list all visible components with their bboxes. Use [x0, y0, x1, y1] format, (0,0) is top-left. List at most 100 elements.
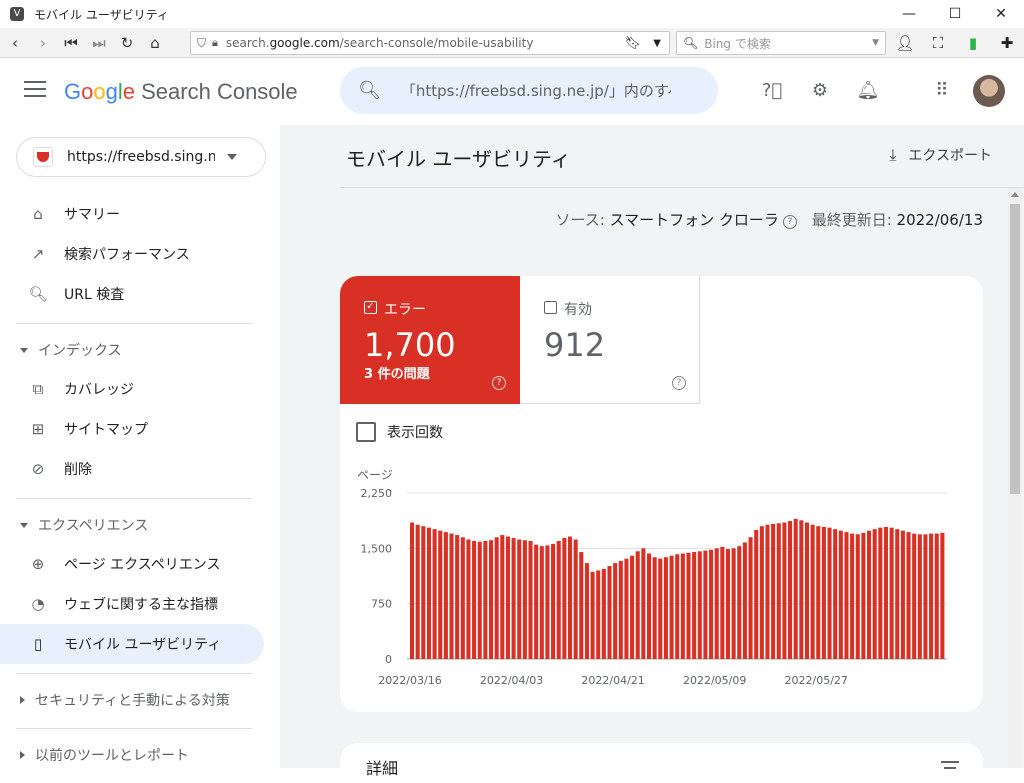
- sidebar-item-mobile-usability[interactable]: ▯ モバイル ユーザビリティ: [0, 624, 264, 664]
- valid-count: 912: [544, 326, 606, 364]
- manage-users-icon[interactable]: ⚙: [807, 77, 833, 103]
- sidebar-item-core-web-vitals[interactable]: ◔ ウェブに関する主な指標: [0, 584, 264, 624]
- help-icon[interactable]: ?: [672, 376, 686, 390]
- section-legacy[interactable]: 以前のツールとレポート: [20, 745, 189, 765]
- chart-bar: [782, 522, 787, 659]
- chart-bar: [804, 522, 810, 659]
- chart-bar: [923, 534, 928, 659]
- maximize-button[interactable]: ☐: [932, 0, 978, 28]
- chart-bar: [601, 568, 606, 659]
- bookmark-icon[interactable]: 🔖︎: [624, 36, 641, 51]
- scrollbar-thumb[interactable]: [1010, 204, 1020, 494]
- caret-down-icon: [227, 154, 237, 160]
- reload-icon[interactable]: ↻: [114, 30, 140, 56]
- home-icon[interactable]: ⌂: [142, 30, 168, 56]
- chart-bar: [692, 552, 697, 659]
- help-icon[interactable]: ?⃝: [759, 77, 785, 103]
- error-issues: 3 件の問題: [364, 367, 430, 382]
- x-tick-label: 2022/05/09: [683, 674, 746, 687]
- sidebar-item-label: モバイル ユーザビリティ: [64, 637, 222, 653]
- sidebar-item-sitemaps[interactable]: ⊞ サイトマップ: [0, 409, 264, 449]
- chart-bar: [483, 540, 488, 659]
- chart-bar: [522, 540, 527, 659]
- details-title: 詳細: [366, 759, 399, 778]
- search-engine-bar[interactable]: 🔍︎ Bing で検索 ▼: [676, 31, 886, 55]
- profile-icon[interactable]: 👤︎: [893, 31, 917, 55]
- help-icon[interactable]: ?: [492, 376, 506, 390]
- checkbox-icon[interactable]: [544, 301, 557, 314]
- chart-bar: [861, 532, 866, 659]
- avatar[interactable]: [973, 75, 1005, 107]
- chart-bar: [889, 527, 894, 659]
- home-icon: ⌂: [33, 205, 43, 223]
- chart-bar: [630, 555, 635, 659]
- back-icon[interactable]: ‹: [2, 30, 28, 56]
- url-inspect-input[interactable]: 「https://freebsd.sing.ne.jp/」内のすべてのURLを検…: [401, 80, 671, 101]
- divider: [16, 323, 252, 324]
- chart-bar: [443, 532, 448, 659]
- property-selector[interactable]: https://freebsd.sing.ne.jp/: [16, 137, 266, 177]
- sidebar-item-summary[interactable]: ⌂ サマリー: [0, 194, 264, 234]
- menu-icon[interactable]: [24, 81, 46, 99]
- shield-icon[interactable]: ⛉: [197, 36, 206, 51]
- forward-icon[interactable]: ›: [30, 30, 56, 56]
- notifications-icon[interactable]: 🔔︎: [855, 77, 881, 103]
- valid-tile[interactable]: 有効 912 ?: [520, 276, 700, 404]
- search-console-logo[interactable]: Google Search Console: [64, 79, 298, 105]
- apps-icon[interactable]: ⠿: [929, 77, 955, 103]
- chart-bar: [900, 530, 905, 659]
- chart-bar: [539, 546, 544, 659]
- scrollbar[interactable]: [1008, 188, 1022, 768]
- help-icon[interactable]: ?: [782, 215, 797, 229]
- sidebar-item-removals[interactable]: ⊘ 削除: [0, 449, 264, 489]
- error-tile[interactable]: ✓ エラー 1,700 3 件の問題 ?: [340, 276, 520, 404]
- checkbox-icon[interactable]: [356, 422, 376, 442]
- chart-bar: [929, 533, 934, 659]
- chart-bar: [472, 540, 477, 659]
- extensions-icon[interactable]: ✚: [995, 31, 1019, 55]
- chart-bar: [838, 530, 843, 659]
- close-button[interactable]: ✕: [978, 0, 1024, 28]
- url-inspect-search[interactable]: 🔍︎ 「https://freebsd.sing.ne.jp/」内のすべてのUR…: [340, 67, 718, 114]
- rewind-icon[interactable]: ⏮: [58, 30, 84, 56]
- section-label: セキュリティと手動による対策: [35, 693, 230, 709]
- section-security[interactable]: セキュリティと手動による対策: [20, 690, 230, 710]
- dropdown-icon[interactable]: ▼: [872, 38, 879, 48]
- url-text[interactable]: search.google.com/search-console/mobile-…: [226, 36, 534, 50]
- checkbox-checked-icon[interactable]: ✓: [364, 301, 377, 314]
- sidebar-item-coverage[interactable]: ⧉ カバレッジ: [0, 369, 264, 409]
- capture-icon[interactable]: ⛶: [926, 31, 950, 55]
- chart-bar: [410, 522, 415, 659]
- fast-forward-icon[interactable]: ⏭: [86, 30, 112, 56]
- search-engine-placeholder: Bing で検索: [704, 36, 771, 51]
- chart-bar: [737, 546, 742, 659]
- property-url: https://freebsd.sing.ne.jp/: [67, 149, 215, 165]
- sidebar-item-url-inspection[interactable]: 🔍︎ URL 検査: [0, 274, 264, 314]
- chart-bar: [680, 553, 685, 659]
- dropdown-icon[interactable]: ▼: [653, 38, 661, 49]
- chart-bar: [799, 520, 804, 659]
- minimize-button[interactable]: —: [886, 0, 932, 28]
- section-index[interactable]: インデックス: [20, 340, 122, 360]
- chart-bar: [556, 540, 561, 659]
- sidebar-item-label: サマリー: [64, 207, 120, 223]
- sidebar-item-label: 検索パフォーマンス: [64, 247, 190, 263]
- chart-bar: [562, 538, 567, 659]
- sidebar-item-page-experience[interactable]: ⊕ ページ エクスペリエンス: [0, 544, 264, 584]
- export-button[interactable]: ⤓ エクスポート: [889, 145, 992, 165]
- chart-bar: [821, 526, 826, 659]
- chart-bar: [528, 540, 533, 659]
- chart-bar: [748, 537, 753, 659]
- section-experience[interactable]: エクスペリエンス: [20, 515, 148, 535]
- impressions-toggle[interactable]: 表示回数: [356, 422, 443, 442]
- logo-text: Search Console: [135, 79, 298, 104]
- updated-value: 2022/06/13: [896, 211, 983, 229]
- scroll-up-icon[interactable]: [1011, 192, 1019, 197]
- section-label: インデックス: [38, 343, 122, 359]
- sidebar-item-performance[interactable]: ↗ 検索パフォーマンス: [0, 234, 264, 274]
- chart-bar: [776, 523, 781, 659]
- filter-icon[interactable]: [941, 761, 959, 773]
- address-bar[interactable]: ⛉ 🔒︎ search.google.com/search-console/mo…: [190, 31, 670, 55]
- bookmark-extension-icon[interactable]: ▮: [961, 31, 985, 55]
- sidebar: https://freebsd.sing.ne.jp/ ⌂ サマリー ↗ 検索パフォ…: [0, 125, 280, 768]
